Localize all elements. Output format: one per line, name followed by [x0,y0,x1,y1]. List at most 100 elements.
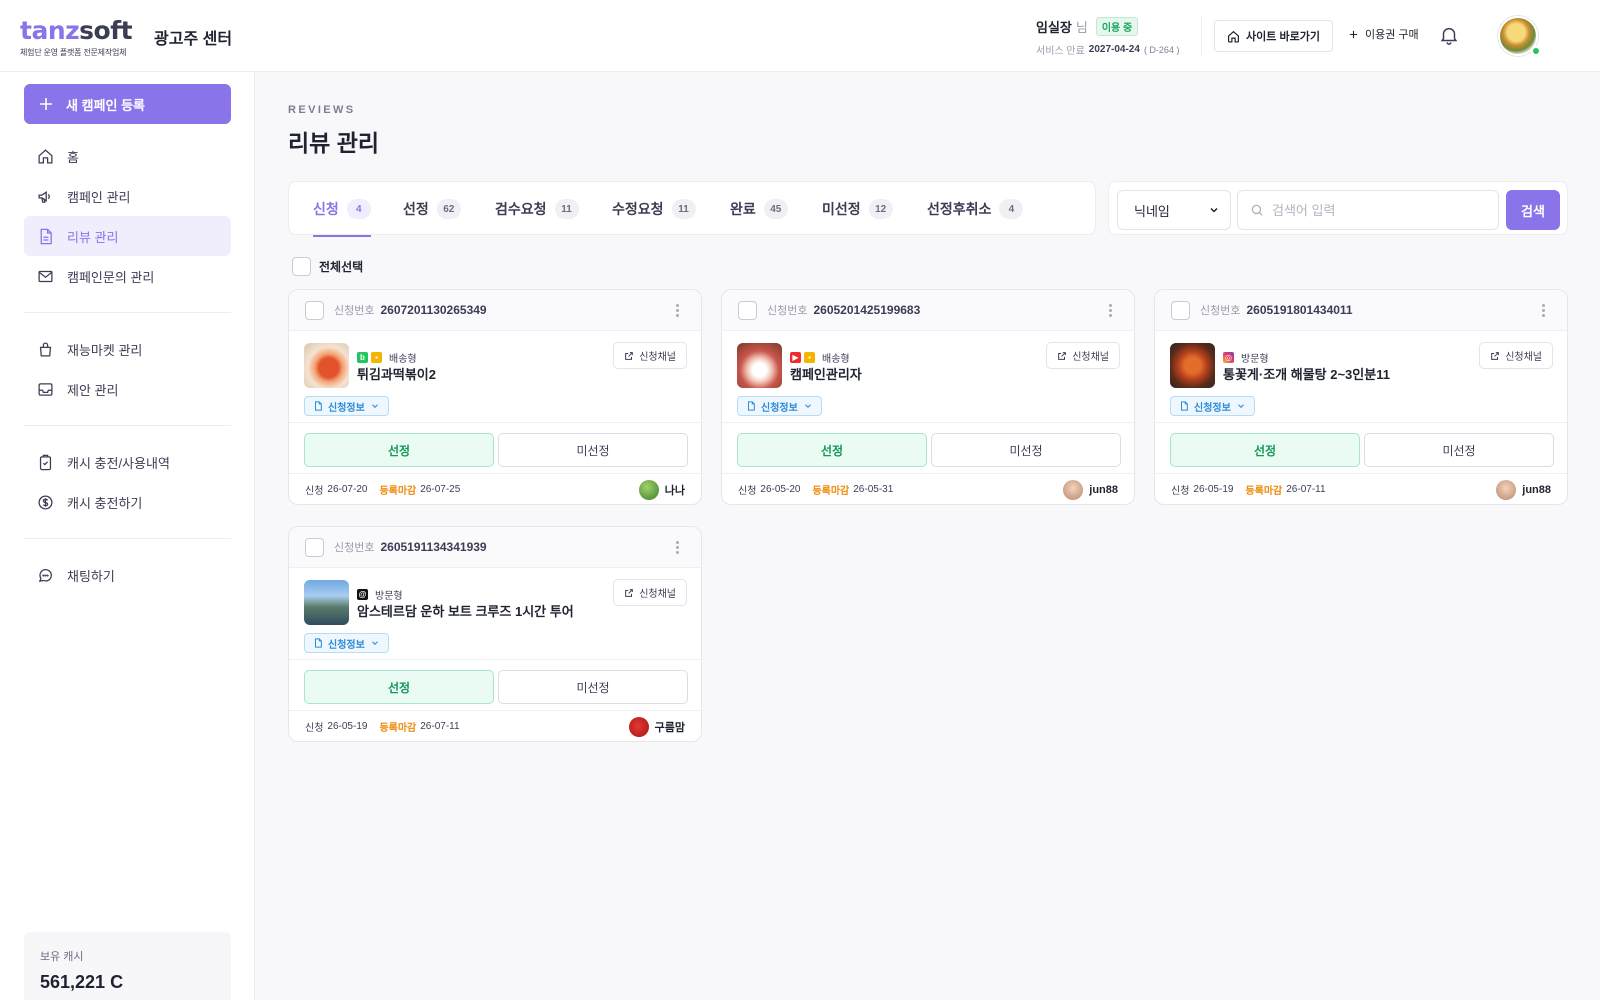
application-info-toggle[interactable]: 신청정보 [304,396,389,416]
deadline-date: 26-05-31 [853,484,894,495]
sidebar-item-cash-charge[interactable]: 캐시 충전하기 [24,482,231,522]
reviewer[interactable]: jun88 [1063,480,1118,500]
card-footer: 신청 26-05-19 등록마감 26-07-11 jun88 [1155,473,1567,506]
service-label: 서비스 만료 [1036,46,1085,57]
search-panel: 닉네임 검색 [1108,181,1568,235]
campaign-meta: ◎ 방문형 [1223,350,1269,365]
reject-button[interactable]: 미선정 [1364,433,1554,467]
external-link-icon [625,588,634,597]
sidebar-item-cash-history[interactable]: 캐시 충전/사용내역 [24,442,231,482]
service-date: 2027-04-24 [1088,44,1140,55]
tab-label: 수정요청 [612,201,664,217]
tab-revision-request[interactable]: 수정요청 11 [612,182,696,236]
application-info-toggle[interactable]: 신청정보 [737,396,822,416]
inbox-icon [38,382,53,396]
reject-button[interactable]: 미선정 [931,433,1121,467]
card-footer: 신청 26-05-20 등록마감 26-05-31 jun88 [722,473,1134,506]
mail-icon [38,270,53,282]
tab-label: 검수요청 [495,201,547,217]
campaign-thumbnail [737,343,782,388]
application-info-toggle[interactable]: 신청정보 [1170,396,1255,416]
tab-applied[interactable]: 신청 4 [313,182,371,237]
search-input[interactable] [1272,202,1492,218]
tab-selected[interactable]: 선정 62 [403,182,461,236]
more-options-icon[interactable] [675,541,679,554]
tab-label: 신청 [313,201,339,217]
reject-button[interactable]: 미선정 [498,433,688,467]
tab-not-selected[interactable]: 미선정 12 [822,182,893,236]
applied-date: 26-05-19 [327,721,368,732]
application-info-toggle[interactable]: 신청정보 [304,633,389,653]
dollar-icon [38,494,53,510]
tab-label: 미선정 [822,201,861,217]
application-channel-button[interactable]: 신청채널 [1046,342,1120,369]
document-icon [1181,401,1188,411]
search-button[interactable]: 검색 [1506,190,1560,230]
select-button[interactable]: 선정 [304,670,494,704]
more-options-icon[interactable] [1541,304,1545,317]
sidebar-item-chat[interactable]: 채팅하기 [24,555,231,595]
tab-inspection-request[interactable]: 검수요청 11 [495,182,579,236]
card-checkbox[interactable] [305,300,324,320]
tab-completed[interactable]: 완료 45 [730,182,788,236]
select-button[interactable]: 선정 [737,433,927,467]
reject-button[interactable]: 미선정 [498,670,688,704]
tab-count: 45 [763,199,788,219]
bell-icon[interactable] [1438,24,1460,49]
campaign-thumbnail [304,580,349,625]
new-campaign-label: 새 캠페인 등록 [66,97,145,113]
select-all-label: 전체선택 [319,260,364,274]
external-link-icon [625,351,634,360]
campaign-title: 캠페인관리자 [790,367,862,382]
card-header: 신청번호 2605191134341939 [289,527,701,568]
reviewer[interactable]: 구름맘 [628,717,685,737]
reviewer[interactable]: jun88 [1496,480,1551,500]
cash-value: 561,221 C [40,972,124,992]
applied-date: 26-05-19 [1193,484,1234,495]
application-number: 2607201130265349 [380,303,487,317]
sidebar-item-inquiry[interactable]: 캠페인문의 관리 [24,256,231,296]
tab-count: 62 [436,199,461,219]
tab-count: 4 [346,199,371,219]
tab-label: 선정후취소 [927,201,992,217]
more-options-icon[interactable] [1108,304,1112,317]
application-number-label: 신청번호 [767,305,808,317]
application-number-label: 신청번호 [334,542,375,554]
campaign-type: 방문형 [1241,354,1269,365]
threads-icon: @ [357,589,368,600]
sidebar-item-review[interactable]: 리뷰 관리 [24,216,231,256]
home-icon [38,148,53,164]
site-shortcut-button[interactable]: 사이트 바로가기 [1214,20,1333,52]
status-badge: 이용 중 [1095,17,1139,36]
youtube-icon: ▶ [790,352,801,363]
online-status-dot [1531,46,1541,56]
more-options-icon[interactable] [675,304,679,317]
select-button[interactable]: 선정 [1170,433,1360,467]
card-checkbox[interactable] [738,300,757,320]
reviewer-name: jun88 [1089,484,1118,496]
sidebar-item-home[interactable]: 홈 [24,136,231,176]
search-filter-select[interactable]: 닉네임 [1117,190,1231,230]
sidebar-item-talent-market[interactable]: 재능마켓 관리 [24,329,231,369]
reviewer[interactable]: 나나 [638,480,685,500]
application-channel-button[interactable]: 신청채널 [1479,342,1553,369]
tab-cancelled-after-selection[interactable]: 선정후취소 4 [927,182,1024,236]
select-all-checkbox[interactable] [292,257,311,276]
sidebar-item-proposal[interactable]: 제안 관리 [24,369,231,409]
logo[interactable]: tanzsoft 체험단 운영 플랫폼 전문제작업체 [20,18,133,58]
new-campaign-button[interactable]: 새 캠페인 등록 [24,84,231,124]
chevron-down-icon [371,404,378,409]
buy-pass-button[interactable]: 이용권 구매 [1348,26,1419,42]
review-card: 신청번호 2607201130265349 b ▪ 배송형 튀김과떡볶이2 신청… [288,289,702,505]
select-button[interactable]: 선정 [304,433,494,467]
select-all[interactable]: 전체선택 [292,257,363,276]
page-title: 리뷰 관리 [288,130,380,156]
application-number: 2605191801434011 [1246,303,1353,317]
logo-subtitle: 체험단 운영 플랫폼 전문제작업체 [20,48,127,57]
application-channel-button[interactable]: 신청채널 [613,342,687,369]
review-card: 신청번호 2605191801434011 ◎ 방문형 통꽃게·조개 해물탕 2… [1154,289,1568,505]
sidebar-item-campaign[interactable]: 캠페인 관리 [24,176,231,216]
card-checkbox[interactable] [305,537,324,557]
application-channel-button[interactable]: 신청채널 [613,579,687,606]
card-checkbox[interactable] [1171,300,1190,320]
